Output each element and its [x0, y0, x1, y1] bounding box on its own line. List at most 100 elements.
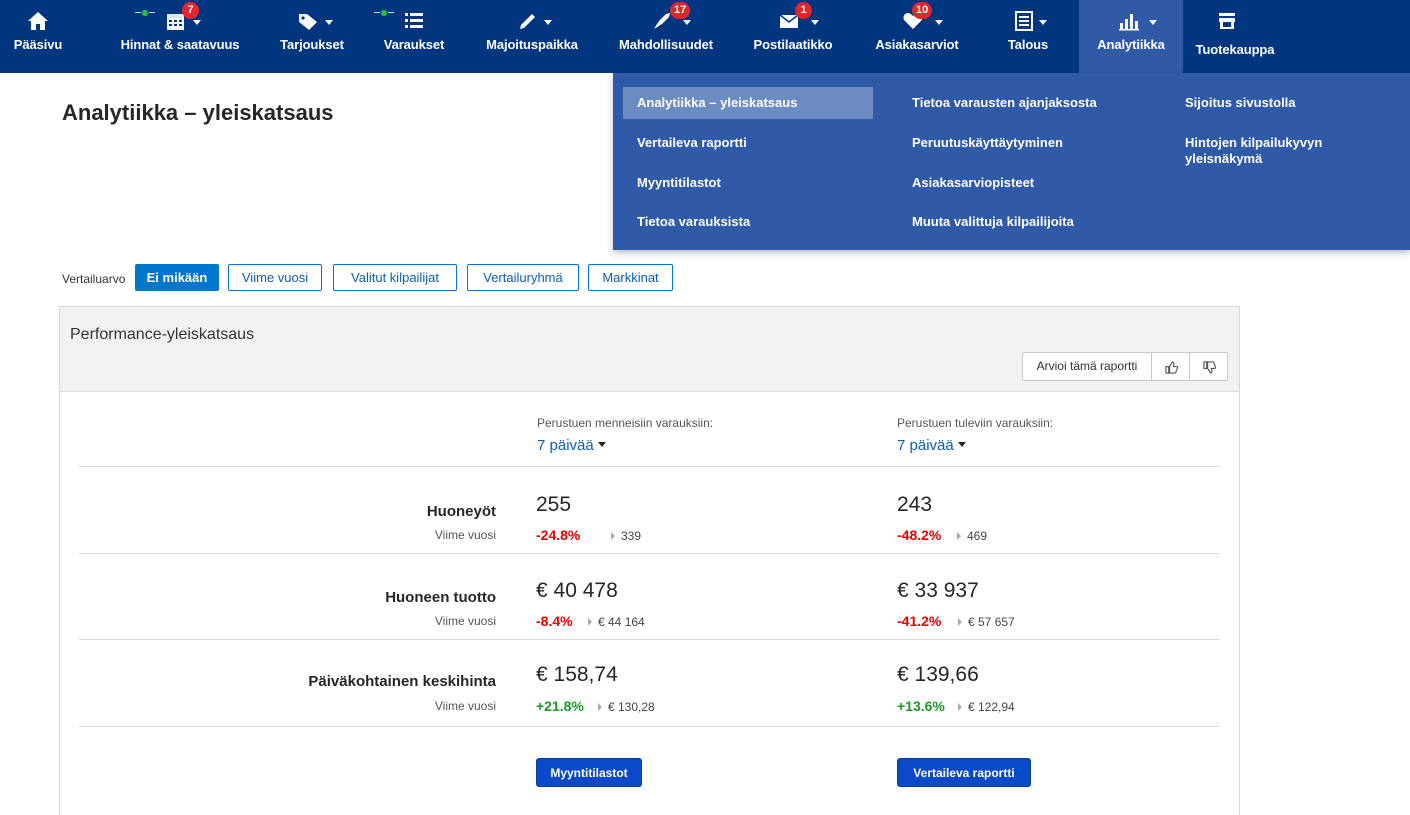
rate-report-group: Arvioi tämä raportti [1022, 352, 1228, 381]
thumbs-up-icon [1164, 361, 1178, 374]
nav-item-rates-availability[interactable]: 7 Hinnat & saatavuus [110, 0, 250, 73]
arrow-right-icon [588, 617, 592, 626]
metric-delta-past: -8.4% [536, 613, 573, 629]
menu-item-booking-window[interactable]: Tietoa varausten ajanjaksosta [912, 95, 1162, 111]
metric-label: Huoneen tuotto [385, 589, 496, 606]
menu-item-price-competitiveness[interactable]: Hintojen kilpailukyvyn yleisnäkymä [1185, 135, 1385, 167]
menu-item-comparative-report[interactable]: Vertaileva raportti [637, 135, 867, 151]
metric-compare-label: Viime vuosi [434, 614, 496, 628]
compare-option-none[interactable]: Ei mikään [135, 264, 219, 291]
menu-item-change-competitors[interactable]: Muuta valittuja kilpailijoita [912, 214, 1162, 230]
arrow-right-icon [957, 531, 961, 540]
notification-badge: 10 [912, 2, 933, 19]
comparative-report-button[interactable]: Vertaileva raportti [897, 758, 1031, 787]
metric-delta-future: -48.2% [897, 527, 942, 543]
menu-item-review-scores[interactable]: Asiakasarviopisteet [912, 175, 1162, 191]
menu-item-cancellation-behaviour[interactable]: Peruutuskäyttäytyminen [912, 135, 1162, 151]
menu-item-sales-statistics[interactable]: Myyntitilastot [637, 175, 867, 191]
compare-option-last-year[interactable]: Viime vuosi [228, 264, 322, 291]
nav-item-analytics[interactable]: Analytiikka [1079, 0, 1183, 73]
arrow-right-icon [611, 531, 615, 540]
chevron-down-icon [683, 20, 691, 25]
bar-chart-icon [1107, 10, 1151, 34]
metric-compare-label: Viime vuosi [434, 699, 496, 713]
arrow-right-icon [958, 617, 962, 626]
page-title: Analytiikka – yleiskatsaus [62, 100, 334, 125]
past-bookings-caption: Perustuen menneisiin varauksiin: [537, 416, 714, 430]
metric-delta-past: -24.8% [536, 527, 581, 543]
nav-item-home[interactable]: Pääsivu [0, 0, 76, 73]
chevron-down-icon [811, 20, 819, 25]
arrow-right-icon [598, 702, 602, 711]
metric-previous-future: € 122,94 [958, 700, 1015, 714]
rate-report-label: Arvioi tämä raportti [1023, 353, 1152, 380]
metric-value-past: € 40 478 [536, 579, 618, 602]
compare-option-selected-competitors[interactable]: Valitut kilpailijat [333, 264, 457, 291]
menu-item-booking-info[interactable]: Tietoa varauksista [637, 214, 867, 230]
chevron-down-icon [1149, 20, 1157, 25]
metric-value-future: € 139,66 [897, 663, 979, 686]
chevron-down-icon [1039, 20, 1047, 25]
metric-value-past: 255 [536, 493, 572, 516]
panel-header: Performance-yleiskatsaus Arvioi tämä rap… [60, 307, 1239, 392]
chevron-down-icon [325, 20, 333, 25]
metric-value-future: 243 [897, 493, 933, 516]
metric-delta-future: -41.2% [897, 613, 942, 629]
nav-item-opportunities[interactable]: 17 Mahdollisuudet [607, 0, 725, 73]
tag-icon [286, 10, 330, 34]
thumbs-up-button[interactable] [1153, 353, 1190, 380]
metric-value-future: € 33 937 [897, 579, 979, 602]
divider [79, 639, 1220, 640]
nav-item-inbox[interactable]: 1 Postilaatikko [741, 0, 845, 73]
nav-item-property[interactable]: Majoituspaikka [474, 0, 590, 73]
metric-label: Päiväkohtainen keskihinta [308, 673, 496, 690]
metric-compare-label: Viime vuosi [434, 528, 496, 542]
thumbs-down-button[interactable] [1191, 353, 1228, 380]
caret-down-icon [597, 442, 606, 448]
metric-value-past: € 158,74 [536, 663, 618, 686]
divider [79, 553, 1220, 554]
analytics-dropdown-menu: Analytiikka – yleiskatsaus Vertaileva ra… [613, 73, 1410, 250]
nav-item-guest-reviews[interactable]: 10 Asiakasarviot [865, 0, 969, 73]
metric-previous-past: € 44 164 [588, 615, 645, 629]
thumbs-down-icon [1203, 361, 1217, 374]
home-icon [16, 10, 60, 34]
arrow-right-icon [958, 702, 962, 711]
future-period-dropdown[interactable]: 7 päivää [897, 437, 966, 454]
compare-label: Vertailuarvo [62, 272, 126, 286]
status-dots [135, 4, 155, 16]
divider [79, 726, 1220, 727]
notification-badge: 7 [182, 2, 199, 19]
future-bookings-caption: Perustuen tuleviin varauksiin: [897, 416, 1054, 430]
nav-item-marketplace[interactable]: Tuotekauppa [1183, 0, 1287, 73]
sales-statistics-button[interactable]: Myyntitilastot [536, 758, 642, 787]
metric-previous-past: € 130,28 [598, 700, 655, 714]
compare-option-comparison-group[interactable]: Vertailuryhmä [467, 264, 579, 291]
metric-delta-future: +13.6% [897, 698, 945, 714]
menu-item-search-ranking[interactable]: Sijoitus sivustolla [1185, 95, 1385, 111]
notification-badge: 1 [795, 2, 812, 19]
past-period-dropdown[interactable]: 7 päivää [537, 437, 606, 454]
notification-badge: 17 [670, 2, 691, 19]
metric-previous-future: 469 [957, 529, 987, 543]
nav-item-finance[interactable]: Talous [993, 0, 1063, 73]
chevron-down-icon [193, 20, 201, 25]
metric-delta-past: +21.8% [536, 698, 584, 714]
menu-item-analytics-overview[interactable]: Analytiikka – yleiskatsaus [623, 87, 873, 119]
metric-label: Huoneyöt [426, 503, 496, 520]
panel-title: Performance-yleiskatsaus [70, 326, 255, 343]
top-navigation: Pääsivu 7 Hinnat & saatavuus Tarjoukset … [0, 0, 1410, 73]
chevron-down-icon [935, 20, 943, 25]
performance-panel: Performance-yleiskatsaus Arvioi tämä rap… [59, 306, 1240, 815]
nav-item-offers[interactable]: Tarjoukset [272, 0, 352, 73]
divider [79, 466, 1220, 467]
store-icon [1205, 10, 1249, 34]
nav-item-reservations[interactable]: Varaukset [372, 0, 456, 73]
status-dots [374, 4, 394, 16]
metric-previous-future: € 57 657 [958, 615, 1015, 629]
metric-previous-past: 339 [611, 529, 641, 543]
chevron-down-icon [544, 20, 552, 25]
compare-option-markets[interactable]: Markkinat [588, 264, 673, 291]
caret-down-icon [957, 442, 966, 448]
list-icon [392, 10, 436, 34]
